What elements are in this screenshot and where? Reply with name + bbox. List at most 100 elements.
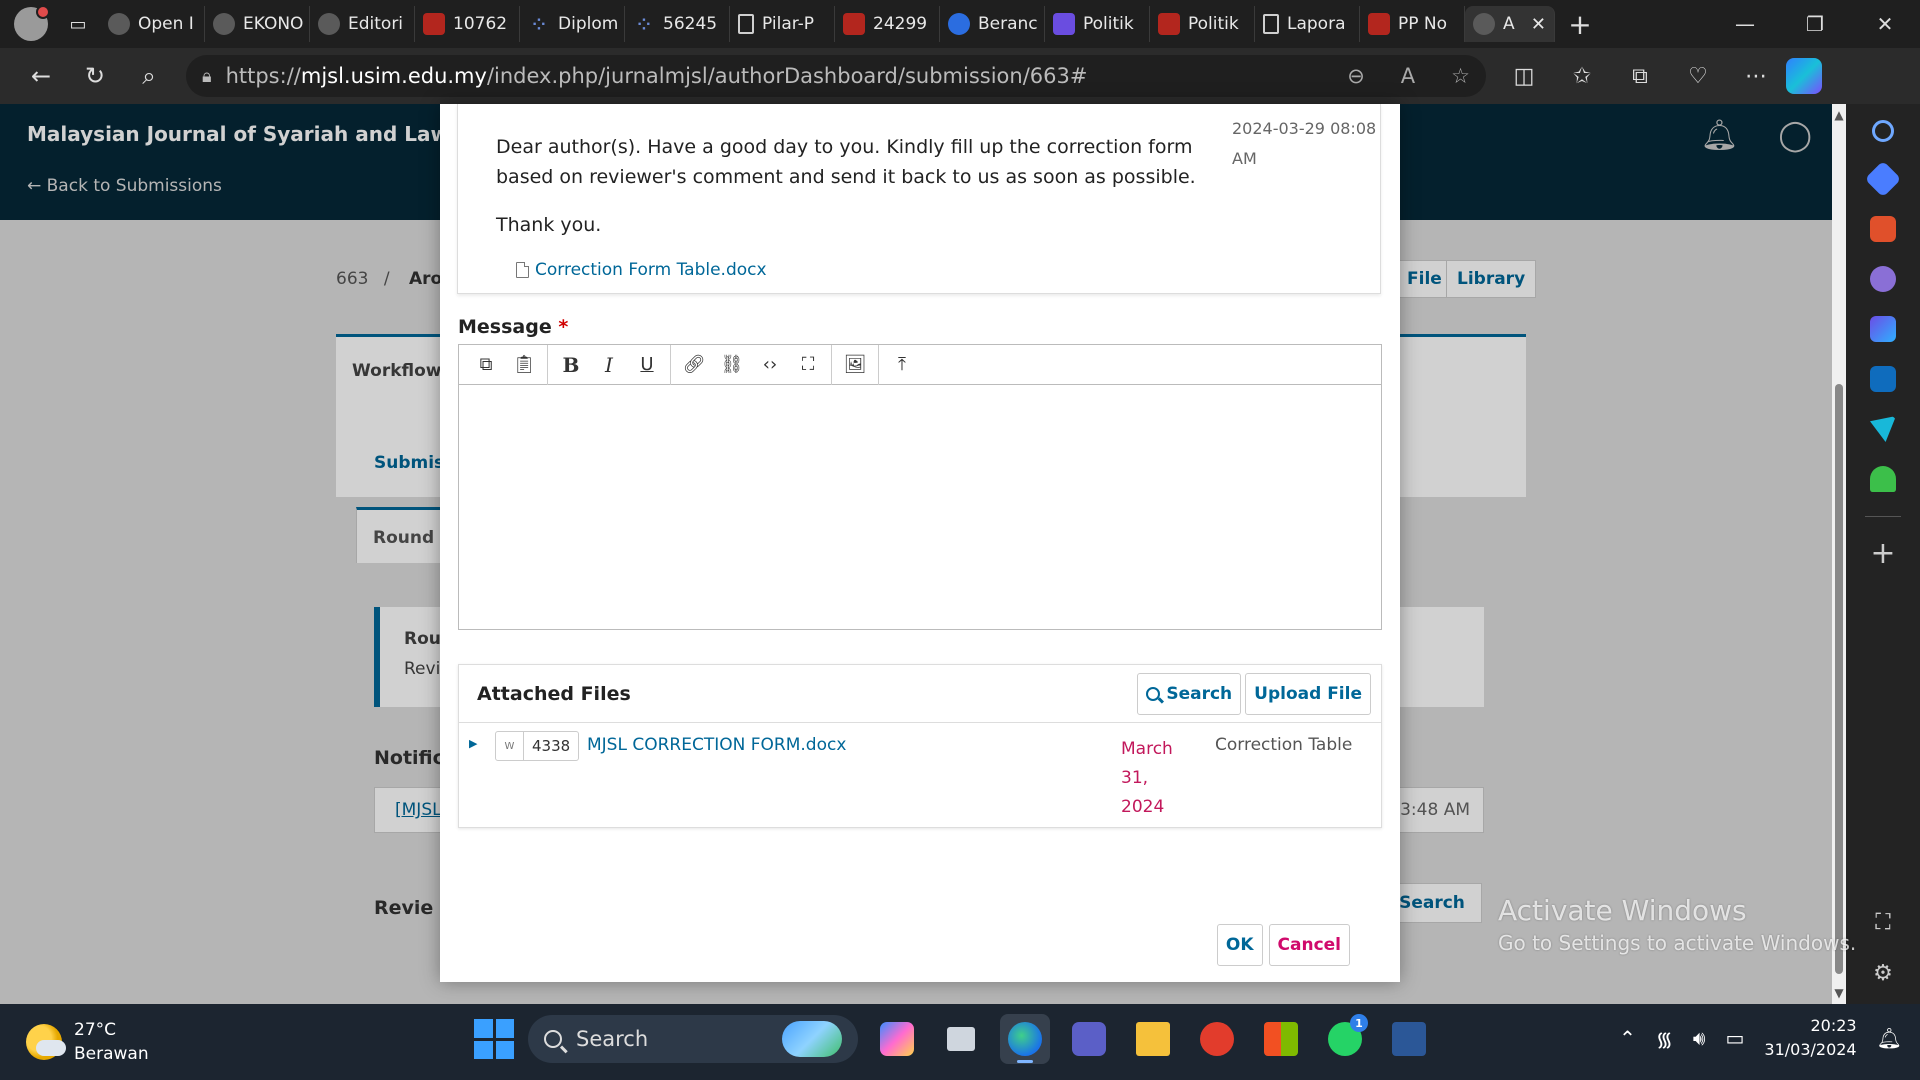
edge-taskbar-icon[interactable] bbox=[1000, 1014, 1050, 1064]
clock[interactable]: 20:23 31/03/2024 bbox=[1764, 1014, 1856, 1062]
add-sidebar-app-icon[interactable]: + bbox=[1870, 539, 1895, 569]
word-taskbar-icon[interactable] bbox=[1384, 1014, 1434, 1064]
tab-actions-icon[interactable]: ▭ bbox=[56, 4, 100, 44]
show-hidden-icons-icon[interactable]: ⌃ bbox=[1619, 1026, 1636, 1050]
tab-favicon-icon bbox=[843, 13, 865, 35]
scroll-up-icon[interactable]: ▲ bbox=[1832, 108, 1846, 122]
browser-tab[interactable]: ⁘ Diplom bbox=[520, 6, 625, 42]
back-arrow-icon[interactable]: ← bbox=[14, 54, 68, 98]
tab-title: Diplom bbox=[558, 14, 619, 34]
file-explorer-icon[interactable] bbox=[1128, 1014, 1178, 1064]
search-files-button[interactable]: Search bbox=[1137, 672, 1242, 715]
favorites-icon[interactable]: ✩ bbox=[1562, 64, 1602, 89]
close-tab-icon[interactable]: ✕ bbox=[1531, 14, 1546, 35]
reply-modal: Dear author(s). Have a good day to you. … bbox=[440, 104, 1400, 982]
correction-form-attachment-link[interactable]: Correction Form Table.docx bbox=[516, 260, 767, 280]
tab-favicon-icon bbox=[423, 13, 445, 35]
upload-file-button[interactable]: Upload File bbox=[1245, 672, 1371, 715]
ok-button[interactable]: OK bbox=[1216, 924, 1263, 966]
paste-icon[interactable]: 📋︎ bbox=[505, 348, 543, 382]
teams-taskbar-icon[interactable] bbox=[1064, 1014, 1114, 1064]
message-label-text: Message bbox=[458, 316, 552, 338]
lock-icon[interactable]: 🔒︎ bbox=[202, 66, 212, 87]
expand-caret-icon[interactable]: ▶ bbox=[469, 737, 477, 750]
toolbar-separator bbox=[547, 344, 548, 385]
copilot-icon[interactable] bbox=[1786, 58, 1822, 94]
browser-tab[interactable]: 24299 bbox=[835, 6, 940, 42]
unlink-icon[interactable]: ⛓ bbox=[713, 348, 751, 382]
file-id: 4338 bbox=[532, 737, 571, 755]
sidebar-search-icon[interactable] bbox=[1872, 120, 1894, 142]
close-window-icon[interactable]: ✕ bbox=[1850, 12, 1920, 36]
zoom-out-icon[interactable]: ⊖ bbox=[1347, 64, 1365, 88]
wps-office-icon[interactable] bbox=[1192, 1014, 1242, 1064]
split-screen-icon[interactable]: ◫ bbox=[1504, 64, 1544, 89]
start-button[interactable] bbox=[474, 1019, 514, 1059]
games-icon[interactable] bbox=[1870, 266, 1896, 292]
new-tab-button[interactable]: + bbox=[1555, 8, 1605, 41]
browser-tab[interactable]: Lapora bbox=[1255, 6, 1360, 42]
page-scrollbar[interactable]: ▲ ▼ bbox=[1832, 104, 1846, 1004]
italic-icon[interactable]: I bbox=[590, 348, 628, 382]
address-bar[interactable]: 🔒︎ https://mjsl.usim.edu.my/index.php/ju… bbox=[186, 55, 1486, 97]
battery-icon[interactable]: ▭ bbox=[1725, 1026, 1744, 1050]
link-icon[interactable]: 🔗︎ bbox=[675, 348, 713, 382]
settings-gear-icon[interactable]: ⚙ bbox=[1873, 961, 1893, 986]
browser-tab[interactable]: Politik bbox=[1045, 6, 1150, 42]
source-code-icon[interactable]: ‹› bbox=[751, 348, 789, 382]
tools-icon[interactable] bbox=[1870, 216, 1896, 242]
screenshot-icon[interactable]: ⛶ bbox=[1875, 910, 1890, 935]
activate-title: Activate Windows bbox=[1498, 894, 1747, 927]
taskbar-search[interactable]: Search bbox=[528, 1015, 858, 1063]
browser-tab[interactable]: ⁘ 56245 bbox=[625, 6, 730, 42]
microsoft365-icon[interactable] bbox=[1870, 316, 1896, 342]
file-name-link[interactable]: MJSL CORRECTION FORM.docx bbox=[587, 735, 846, 755]
more-options-icon[interactable]: ⋯ bbox=[1736, 64, 1776, 89]
minimize-icon[interactable]: — bbox=[1710, 12, 1780, 36]
underline-icon[interactable]: U bbox=[628, 348, 666, 382]
whatsapp-taskbar-icon[interactable]: 1 bbox=[1320, 1014, 1370, 1064]
browser-tab[interactable]: EKONO bbox=[205, 6, 310, 42]
weather-widget[interactable]: 27°C Berawan bbox=[26, 1018, 149, 1066]
message-textarea[interactable] bbox=[459, 385, 1381, 629]
copilot-taskbar-icon[interactable] bbox=[872, 1014, 922, 1064]
volume-icon[interactable]: 🔊︎ bbox=[1693, 1026, 1706, 1050]
outlook-icon[interactable] bbox=[1870, 366, 1896, 392]
fullscreen-icon[interactable]: ⛶ bbox=[789, 348, 827, 382]
upload-icon[interactable]: ⤒ bbox=[883, 348, 921, 382]
copy-icon[interactable]: ⧉ bbox=[467, 348, 505, 382]
cancel-button[interactable]: Cancel bbox=[1268, 924, 1350, 966]
tab-favicon-icon bbox=[213, 13, 235, 35]
profile-avatar[interactable] bbox=[14, 5, 50, 41]
browser-tab[interactable]: PP No bbox=[1360, 6, 1465, 42]
scroll-down-icon[interactable]: ▼ bbox=[1832, 986, 1846, 1000]
search-icon[interactable]: ⌕ bbox=[122, 54, 176, 98]
task-view-icon[interactable] bbox=[936, 1014, 986, 1064]
favorite-star-icon[interactable]: ☆ bbox=[1451, 64, 1470, 88]
tree-icon[interactable] bbox=[1870, 466, 1896, 492]
browser-tab[interactable]: Beranc bbox=[940, 6, 1045, 42]
send-icon[interactable] bbox=[1870, 416, 1896, 442]
toolbar-separator bbox=[878, 344, 879, 385]
bold-icon[interactable]: B bbox=[552, 348, 590, 382]
collections-icon[interactable]: ⧉ bbox=[1620, 64, 1660, 89]
read-aloud-icon[interactable]: A bbox=[1401, 64, 1415, 88]
tab-favicon-icon bbox=[1368, 13, 1390, 35]
microsoft-store-icon[interactable] bbox=[1256, 1014, 1306, 1064]
file-row: ▶ W 4338 MJSL CORRECTION FORM.docx March… bbox=[459, 723, 1381, 827]
restore-icon[interactable]: ❐ bbox=[1780, 12, 1850, 36]
image-icon[interactable]: 🖼︎ bbox=[836, 348, 874, 382]
tab-title: Politik bbox=[1083, 14, 1134, 34]
browser-essentials-icon[interactable]: ♡ bbox=[1678, 64, 1718, 89]
browser-tab-active[interactable]: A ✕ bbox=[1465, 6, 1555, 42]
browser-tab[interactable]: Editori bbox=[310, 6, 415, 42]
browser-tab[interactable]: Open I bbox=[100, 6, 205, 42]
refresh-icon[interactable]: ↻ bbox=[68, 54, 122, 98]
notifications-icon[interactable]: 🔔︎ bbox=[1877, 1026, 1902, 1050]
shopping-tag-icon[interactable] bbox=[1864, 160, 1902, 198]
wifi-icon[interactable]: ᯾ bbox=[1656, 1025, 1673, 1052]
browser-tab[interactable]: Politik bbox=[1150, 6, 1255, 42]
scroll-thumb[interactable] bbox=[1835, 384, 1843, 974]
browser-tab[interactable]: 10762 bbox=[415, 6, 520, 42]
browser-tab[interactable]: Pilar-P bbox=[730, 6, 835, 42]
